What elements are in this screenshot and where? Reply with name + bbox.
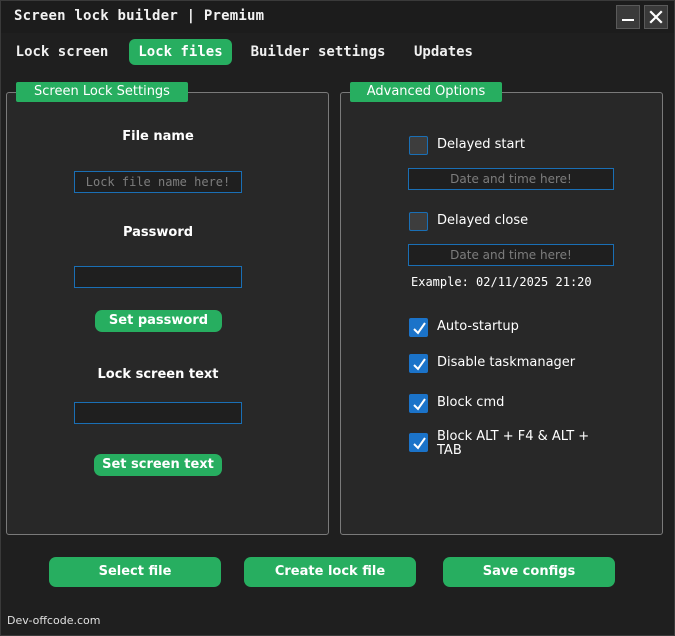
tab-lock-screen[interactable]: Lock screen — [11, 39, 113, 65]
file-name-label: File name — [122, 129, 194, 144]
title-bar[interactable]: Screen lock builder | Premium — [1, 1, 674, 33]
footer-website: Dev-offcode.com — [7, 614, 101, 627]
checkmark-icon — [413, 358, 426, 371]
delayed-start-datetime-input[interactable] — [408, 168, 614, 190]
block-cmd-checkbox[interactable] — [409, 394, 428, 413]
tab-builder-settings[interactable]: Builder settings — [247, 39, 389, 65]
advanced-options-title: Advanced Options — [350, 82, 502, 102]
delayed-close-datetime-input[interactable] — [408, 244, 614, 266]
block-cmd-label: Block cmd — [437, 395, 505, 410]
block-alt-label: Block ALT + F4 & ALT + TAB — [437, 430, 589, 458]
save-configs-button[interactable]: Save configs — [443, 557, 615, 587]
checkmark-icon — [413, 437, 426, 450]
delayed-start-label: Delayed start — [437, 137, 525, 152]
delayed-close-checkbox[interactable] — [409, 212, 428, 231]
select-file-button[interactable]: Select file — [49, 557, 221, 587]
tab-lock-files[interactable]: Lock files — [129, 39, 232, 65]
close-button[interactable] — [644, 5, 668, 29]
date-format-example: Example: 02/11/2025 21:20 — [411, 275, 592, 289]
set-password-button[interactable]: Set password — [95, 310, 222, 332]
create-lock-file-button[interactable]: Create lock file — [244, 557, 416, 587]
checkmark-icon — [413, 398, 426, 411]
window-title: Screen lock builder | Premium — [14, 8, 265, 24]
password-input[interactable] — [74, 266, 242, 288]
file-name-input[interactable] — [74, 171, 242, 193]
block-alt-checkbox[interactable] — [409, 433, 428, 452]
checkmark-icon — [413, 322, 426, 335]
tab-updates[interactable]: Updates — [406, 39, 481, 65]
password-label: Password — [122, 225, 194, 240]
screen-lock-settings-title: Screen Lock Settings — [16, 82, 188, 102]
disable-taskmanager-label: Disable taskmanager — [437, 355, 576, 370]
auto-startup-checkbox[interactable] — [409, 318, 428, 337]
minimize-icon — [622, 19, 634, 21]
disable-taskmanager-checkbox[interactable] — [409, 354, 428, 373]
tab-bar: Lock screen Lock files Builder settings … — [1, 39, 674, 67]
delayed-close-label: Delayed close — [437, 213, 529, 228]
auto-startup-label: Auto-startup — [437, 319, 519, 334]
lock-screen-text-label: Lock screen text — [97, 367, 219, 382]
advanced-options-panel — [340, 92, 663, 535]
block-alt-label-line1: Block ALT + F4 & ALT + — [437, 429, 590, 444]
app-window: Screen lock builder | Premium Lock scree… — [0, 0, 675, 636]
close-icon — [649, 10, 663, 24]
delayed-start-checkbox[interactable] — [409, 136, 428, 155]
lock-screen-text-input[interactable] — [74, 402, 242, 424]
set-screen-text-button[interactable]: Set screen text — [94, 454, 222, 476]
block-alt-label-line2: TAB — [437, 443, 462, 458]
minimize-button[interactable] — [616, 5, 640, 29]
